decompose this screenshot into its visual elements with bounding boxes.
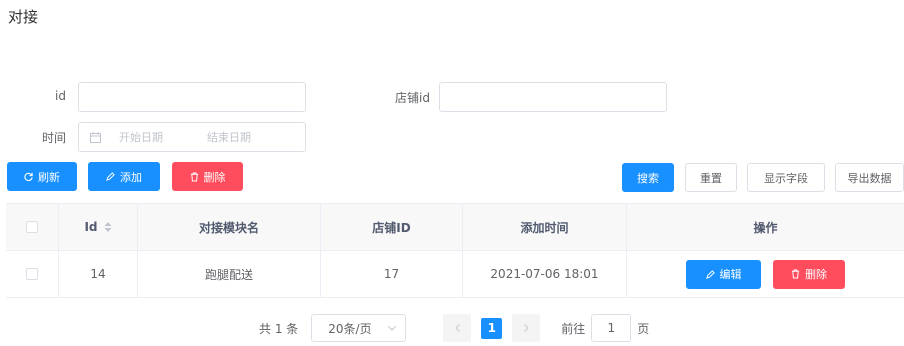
select-all-checkbox[interactable] [26,221,38,233]
header-add-time: 添加时间 [463,204,627,250]
delete-button[interactable]: 删除 [172,162,243,191]
reset-button[interactable]: 重置 [685,163,737,192]
page-size-select[interactable]: 20条/页 [311,314,407,342]
data-table: Id 对接模块名 店铺ID 添加时间 操作 14 跑腿配送 17 2021-07… [6,203,904,298]
add-label: 添加 [120,170,142,184]
start-date-input[interactable]: 开始日期 [119,129,163,145]
store-id-input[interactable] [439,82,667,112]
chevron-left-icon [455,324,460,332]
select-all-cell [6,204,59,250]
cell-id: 14 [59,251,138,297]
row-checkbox[interactable] [26,268,38,280]
page-1-button[interactable]: 1 [481,317,503,339]
trash-icon [190,171,199,182]
goto-suffix: 页 [637,321,650,336]
chevron-down-icon [388,325,397,331]
prev-page-button[interactable] [443,314,472,342]
header-actions: 操作 [753,220,778,235]
row-select-cell [6,251,59,297]
delete-label: 删除 [203,170,226,184]
cell-store-id: 17 [321,251,463,297]
edit-icon [705,269,715,279]
id-input[interactable] [78,82,306,112]
date-range-picker[interactable]: 开始日期 结束日期 [78,122,306,152]
search-button[interactable]: 搜索 [622,163,674,192]
cell-module-name: 跑腿配送 [138,251,321,297]
total-count: 共 1 条 [259,321,299,336]
row-delete-label: 删除 [805,268,827,281]
time-label: 时间 [41,131,66,145]
row-edit-button[interactable]: 编辑 [686,259,761,289]
end-date-input[interactable]: 结束日期 [207,129,251,145]
show-fields-button[interactable]: 显示字段 [747,163,825,192]
refresh-button[interactable]: 刷新 [7,162,77,191]
store-id-label: 店铺id [395,91,430,105]
header-store-id: 店铺ID [321,204,463,250]
goto-page-input[interactable]: 1 [591,314,632,342]
cell-actions: 编辑 删除 [627,251,904,297]
trash-icon [791,269,800,279]
id-label: id [55,89,66,103]
row-delete-button[interactable]: 删除 [773,259,845,289]
header-module-name: 对接模块名 [138,204,321,250]
calendar-icon [90,131,101,143]
export-button[interactable]: 导出数据 [835,163,904,192]
refresh-icon [24,172,33,181]
header-id-label: Id [84,220,98,234]
cell-add-time: 2021-07-06 18:01 [463,251,627,297]
page-size-value: 20条/页 [328,321,372,336]
pagination: 共 1 条 20条/页 1 前往 1 页 [259,314,649,342]
add-button[interactable]: 添加 [88,162,160,191]
sort-icon[interactable] [104,222,112,232]
goto-prefix: 前往 [561,321,586,336]
row-edit-label: 编辑 [719,268,742,281]
refresh-label: 刷新 [38,170,60,184]
header-id[interactable]: Id [59,204,138,250]
page-title: 对接 [8,8,39,26]
chevron-right-icon [523,324,529,332]
table-header-row: Id 对接模块名 店铺ID 添加时间 操作 [6,204,904,251]
table-row: 14 跑腿配送 17 2021-07-06 18:01 编辑 删除 [6,251,904,298]
edit-icon [106,172,115,181]
next-page-button[interactable] [512,314,541,342]
